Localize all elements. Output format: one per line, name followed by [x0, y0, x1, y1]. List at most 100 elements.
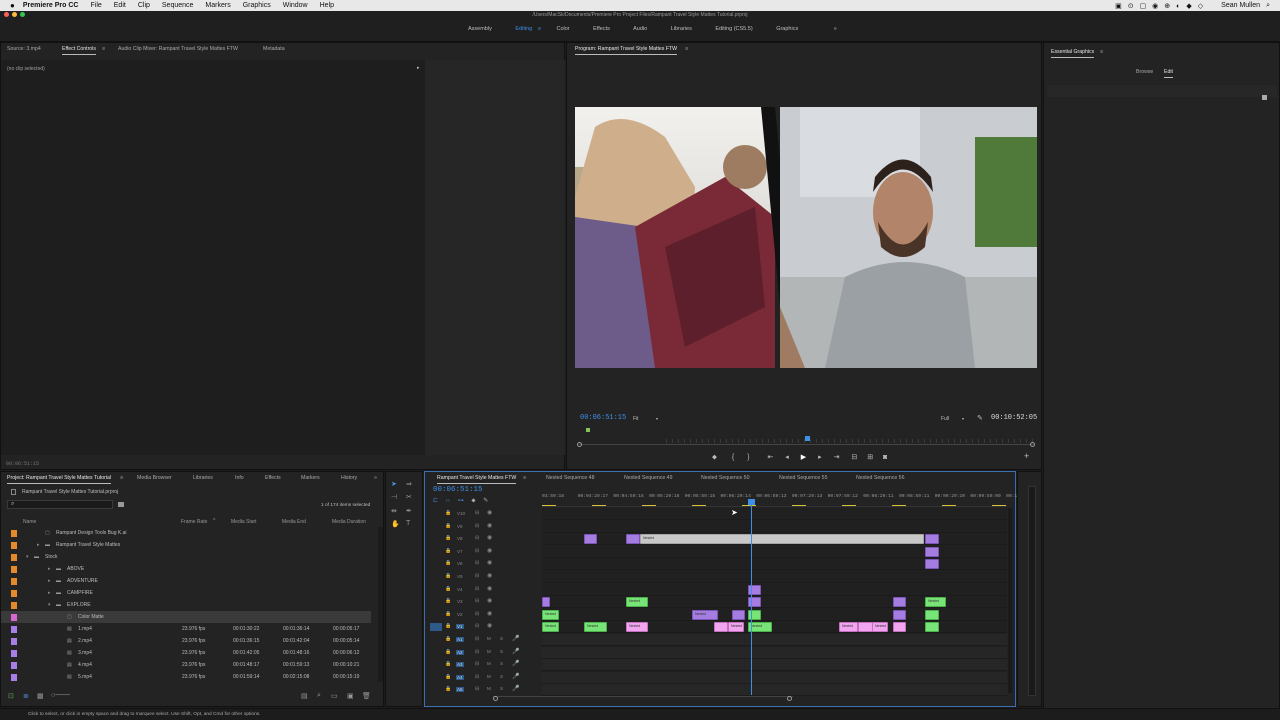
voice-over-mic-icon[interactable]: 🎤	[512, 660, 519, 667]
workspace-color[interactable]: Color	[556, 26, 569, 32]
label-color-swatch[interactable]	[11, 602, 17, 609]
scrub-zoom-bar[interactable]	[666, 439, 1034, 443]
expand-arrow-icon[interactable]: ▸	[417, 65, 420, 71]
lock-track-icon[interactable]: 🔒	[445, 649, 451, 655]
app-menu[interactable]: Premiere Pro CC	[23, 2, 79, 9]
timeline-clip[interactable]: Nested	[692, 609, 718, 620]
menu-window[interactable]: Window	[283, 2, 308, 9]
source-patch[interactable]	[430, 611, 442, 619]
hand-tool-icon[interactable]: ✋	[391, 520, 400, 528]
tab-edit[interactable]: Edit	[1164, 69, 1173, 78]
toggle-output-eye-icon[interactable]: ◉	[487, 522, 492, 529]
scrub-end-handle-icon[interactable]	[1030, 442, 1035, 447]
project-list-item[interactable]: ▬ ▸ ADVENTURE	[1, 575, 371, 587]
toggle-output-eye-icon[interactable]: ◉	[487, 534, 492, 541]
label-color-swatch[interactable]	[11, 530, 17, 537]
program-playhead-timecode[interactable]: 00:06:51:15	[580, 414, 626, 422]
timeline-track[interactable]	[542, 646, 1007, 659]
workspace-assembly[interactable]: Assembly	[468, 26, 492, 32]
tab-sequence-main[interactable]: Rampant Travel Style Mattes FTW	[437, 475, 517, 484]
voice-over-mic-icon[interactable]: 🎤	[512, 673, 519, 680]
tab-project[interactable]: Project: Rampant Travel Style Mattes Tut…	[7, 475, 112, 484]
panels-overflow-icon[interactable]: »	[374, 475, 377, 481]
voice-over-mic-icon[interactable]: 🎤	[512, 648, 519, 655]
apple-icon[interactable]: ●	[10, 1, 15, 10]
lift-icon[interactable]: ⊟	[851, 454, 857, 461]
label-color-swatch[interactable]	[11, 626, 17, 633]
column-name[interactable]: Name	[23, 519, 36, 525]
track-header[interactable]: A2 🔒 ⊟ M S 🎤	[430, 647, 540, 659]
timeline-clip[interactable]: Nested	[728, 622, 744, 633]
disclosure-triangle-icon[interactable]: ▸	[37, 542, 40, 548]
tab-libraries[interactable]: Libraries	[193, 475, 213, 481]
step-back-icon[interactable]: ◂	[785, 454, 789, 461]
menu-file[interactable]: File	[90, 2, 101, 9]
new-bin-from-search-icon[interactable]	[118, 502, 124, 507]
column-media-start[interactable]: Media Start	[231, 519, 257, 525]
source-patch[interactable]	[430, 636, 442, 644]
project-list-item[interactable]: ▬ ▾ Stock	[1, 551, 371, 563]
type-tool-icon[interactable]: T	[406, 520, 410, 527]
tab-source[interactable]: Source: 3.mp4	[7, 46, 41, 52]
project-list-item[interactable]: ▤ 5.mp4 23.976 fps 00:01:59:14 00:02:15:08 00…	[1, 671, 371, 683]
lock-track-icon[interactable]: 🔒	[445, 636, 451, 642]
track-header[interactable]: A4 🔒 ⊟ M S 🎤	[430, 672, 540, 684]
new-layer-icon[interactable]	[1262, 95, 1267, 100]
timeline-clip[interactable]	[584, 534, 597, 545]
new-bin-icon[interactable]: ▭	[331, 692, 338, 700]
timeline-track[interactable]	[542, 571, 1007, 583]
timeline-settings-icon[interactable]: ✎	[483, 498, 488, 504]
workspace-audio[interactable]: Audio	[633, 26, 647, 32]
go-to-in-icon[interactable]: ⇤	[767, 454, 773, 461]
mute-track-icon[interactable]: M	[487, 674, 491, 679]
lock-track-icon[interactable]: 🔒	[445, 573, 451, 579]
tab-nested-49[interactable]: Nested Sequence 49	[624, 475, 672, 481]
timeline-clip[interactable]	[925, 622, 939, 633]
scrub-start-handle-icon[interactable]	[577, 442, 582, 447]
project-list-item[interactable]: ▬ ▸ ABOVE	[1, 563, 371, 575]
workspace-libraries[interactable]: Libraries	[671, 26, 692, 32]
lock-track-icon[interactable]: 🔒	[445, 623, 451, 629]
resolution-dropdown-arrow-icon[interactable]: ▾	[962, 416, 964, 421]
linked-selection-icon[interactable]: ⊶	[458, 498, 464, 504]
column-media-duration[interactable]: Media Duration	[332, 519, 366, 525]
timeline-track[interactable]	[542, 508, 1007, 520]
solo-track-icon[interactable]: S	[500, 649, 503, 654]
new-item-icon[interactable]: ▣	[347, 692, 354, 700]
tab-nested-55[interactable]: Nested Sequence 55	[779, 475, 827, 481]
timeline-clip[interactable]	[925, 546, 939, 557]
timeline-clip[interactable]: Nested	[839, 622, 858, 633]
project-list-item[interactable]: ▤ 3.mp4 23.976 fps 00:01:42:05 00:01:48:16 00…	[1, 647, 371, 659]
workspace-overflow-icon[interactable]: »	[834, 26, 837, 32]
sort-ascending-icon[interactable]: ^	[213, 518, 215, 524]
timeline-clip[interactable]	[714, 622, 728, 633]
zoom-fit-dropdown[interactable]: Fit	[633, 416, 639, 422]
track-header[interactable]: V6 🔒 ⊟ ◉	[430, 558, 540, 570]
timeline-track[interactable]	[542, 671, 1007, 684]
source-patch[interactable]	[430, 586, 442, 594]
timeline-clip[interactable]	[626, 534, 640, 545]
sync-lock-icon[interactable]: ⊟	[475, 523, 479, 529]
timeline-clip[interactable]	[893, 622, 906, 633]
add-button-icon[interactable]: +	[1024, 451, 1029, 461]
toggle-output-eye-icon[interactable]: ◉	[487, 585, 492, 592]
program-monitor-title[interactable]: Program: Rampant Travel Style Mattes FTW	[575, 46, 678, 55]
timeline-clip[interactable]	[748, 584, 761, 595]
column-media-end[interactable]: Media End	[282, 519, 306, 525]
sync-lock-icon[interactable]: ⊟	[475, 586, 479, 592]
track-header[interactable]: V7 🔒 ⊟ ◉	[430, 546, 540, 558]
label-color-swatch[interactable]	[11, 662, 17, 669]
workspace-editing[interactable]: Editing	[515, 26, 532, 32]
disclosure-triangle-icon[interactable]: ▾	[26, 554, 29, 560]
sync-lock-icon[interactable]: ⊟	[475, 623, 479, 629]
menu-help[interactable]: Help	[320, 2, 334, 9]
timeline-clip[interactable]	[893, 597, 906, 608]
mark-out-icon[interactable]: }	[747, 454, 749, 461]
clear-icon[interactable]: 🗑	[362, 692, 371, 700]
voice-over-mic-icon[interactable]: 🎤	[512, 685, 519, 692]
timeline-clip[interactable]: Nested	[925, 597, 946, 608]
source-patch[interactable]	[430, 548, 442, 556]
menu-graphics[interactable]: Graphics	[243, 2, 271, 9]
lock-track-icon[interactable]: 🔒	[445, 548, 451, 554]
toggle-output-eye-icon[interactable]: ◉	[487, 547, 492, 554]
